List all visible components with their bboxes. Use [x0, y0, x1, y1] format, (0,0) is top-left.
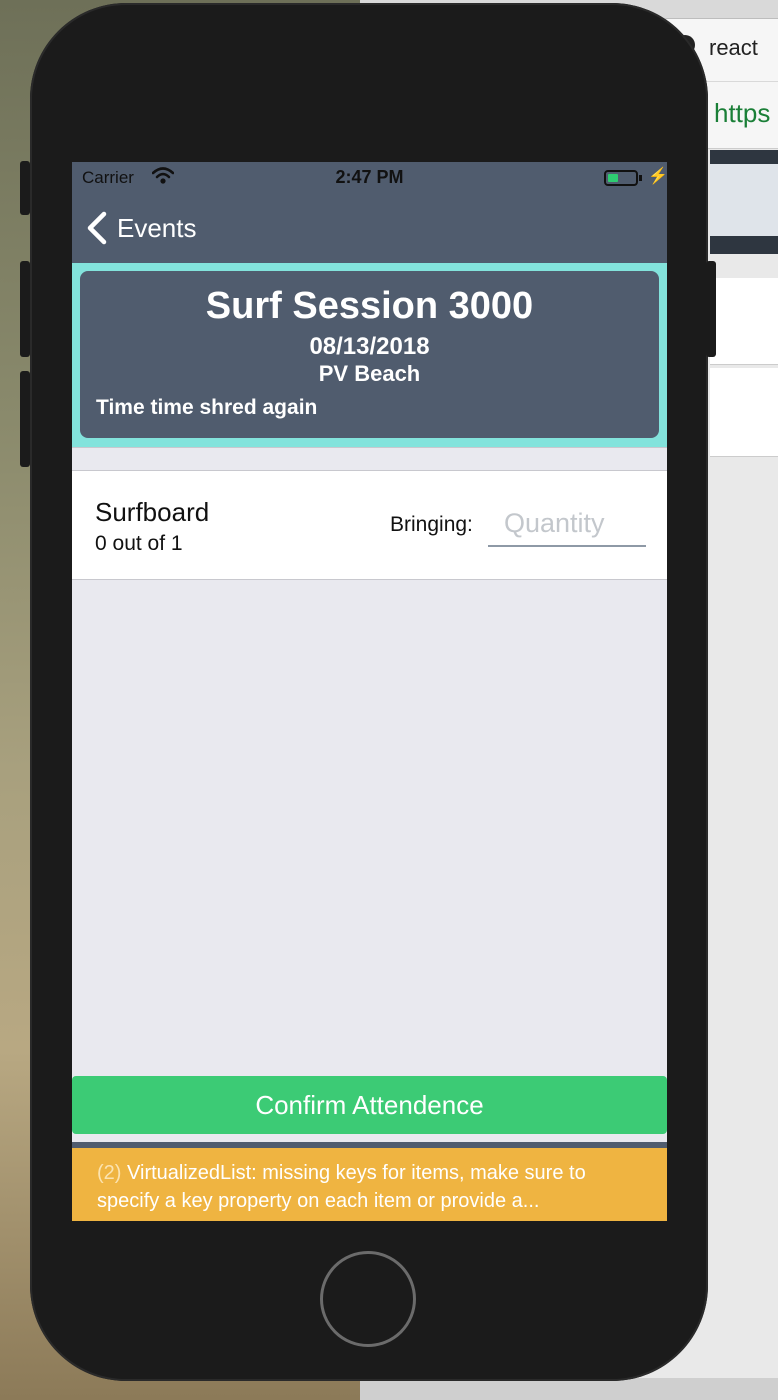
navigation-bar: Events [72, 196, 667, 263]
battery-tip [639, 175, 642, 181]
event-title: Surf Session 3000 [205, 285, 534, 327]
confirm-attendance-button[interactable]: Confirm Attendence [72, 1076, 667, 1134]
bringing-label: Bringing: [390, 513, 473, 536]
phone-screen: Carrier 2:47 PM ⚡ Events Surf Session 30… [72, 162, 667, 1221]
browser-bottom-bar [360, 1378, 778, 1400]
list-item: Surfboard 0 out of 1 Bringing: [72, 471, 667, 580]
item-name: Surfboard [95, 497, 210, 527]
bottom-separator [72, 1134, 667, 1148]
battery-icon [604, 170, 638, 186]
status-time: 2:47 PM [335, 167, 404, 187]
status-bar: Carrier 2:47 PM ⚡ [72, 162, 667, 196]
home-button[interactable] [320, 1251, 416, 1347]
warning-message: VirtualizedList: missing keys for items,… [97, 1162, 586, 1212]
section-separator [72, 447, 667, 471]
item-count: 0 out of 1 [95, 532, 183, 555]
power-button [706, 261, 716, 357]
warning-count: (2) [97, 1162, 122, 1184]
silent-switch [20, 161, 30, 215]
event-card: Surf Session 3000 08/13/2018 PV Beach Ti… [80, 271, 659, 438]
quantity-input[interactable] [488, 501, 646, 547]
chevron-left-icon[interactable] [84, 211, 110, 245]
event-date: 08/13/2018 [309, 333, 430, 360]
volume-up-button [20, 261, 30, 357]
event-header: Surf Session 3000 08/13/2018 PV Beach Ti… [72, 263, 667, 447]
battery-level [608, 174, 618, 182]
browser-page-panel [710, 278, 778, 365]
event-description: Time time shred again [96, 396, 318, 419]
browser-url[interactable]: https [714, 98, 770, 129]
charging-bolt-icon: ⚡ [648, 168, 667, 185]
browser-page-header [710, 150, 778, 254]
browser-page-panel [710, 368, 778, 457]
browser-tab-title: react [709, 35, 758, 60]
back-button[interactable]: Events [117, 213, 197, 244]
event-location: PV Beach [318, 361, 421, 386]
volume-down-button [20, 371, 30, 467]
yellow-box-warning[interactable]: (2) VirtualizedList: missing keys for it… [72, 1148, 667, 1221]
